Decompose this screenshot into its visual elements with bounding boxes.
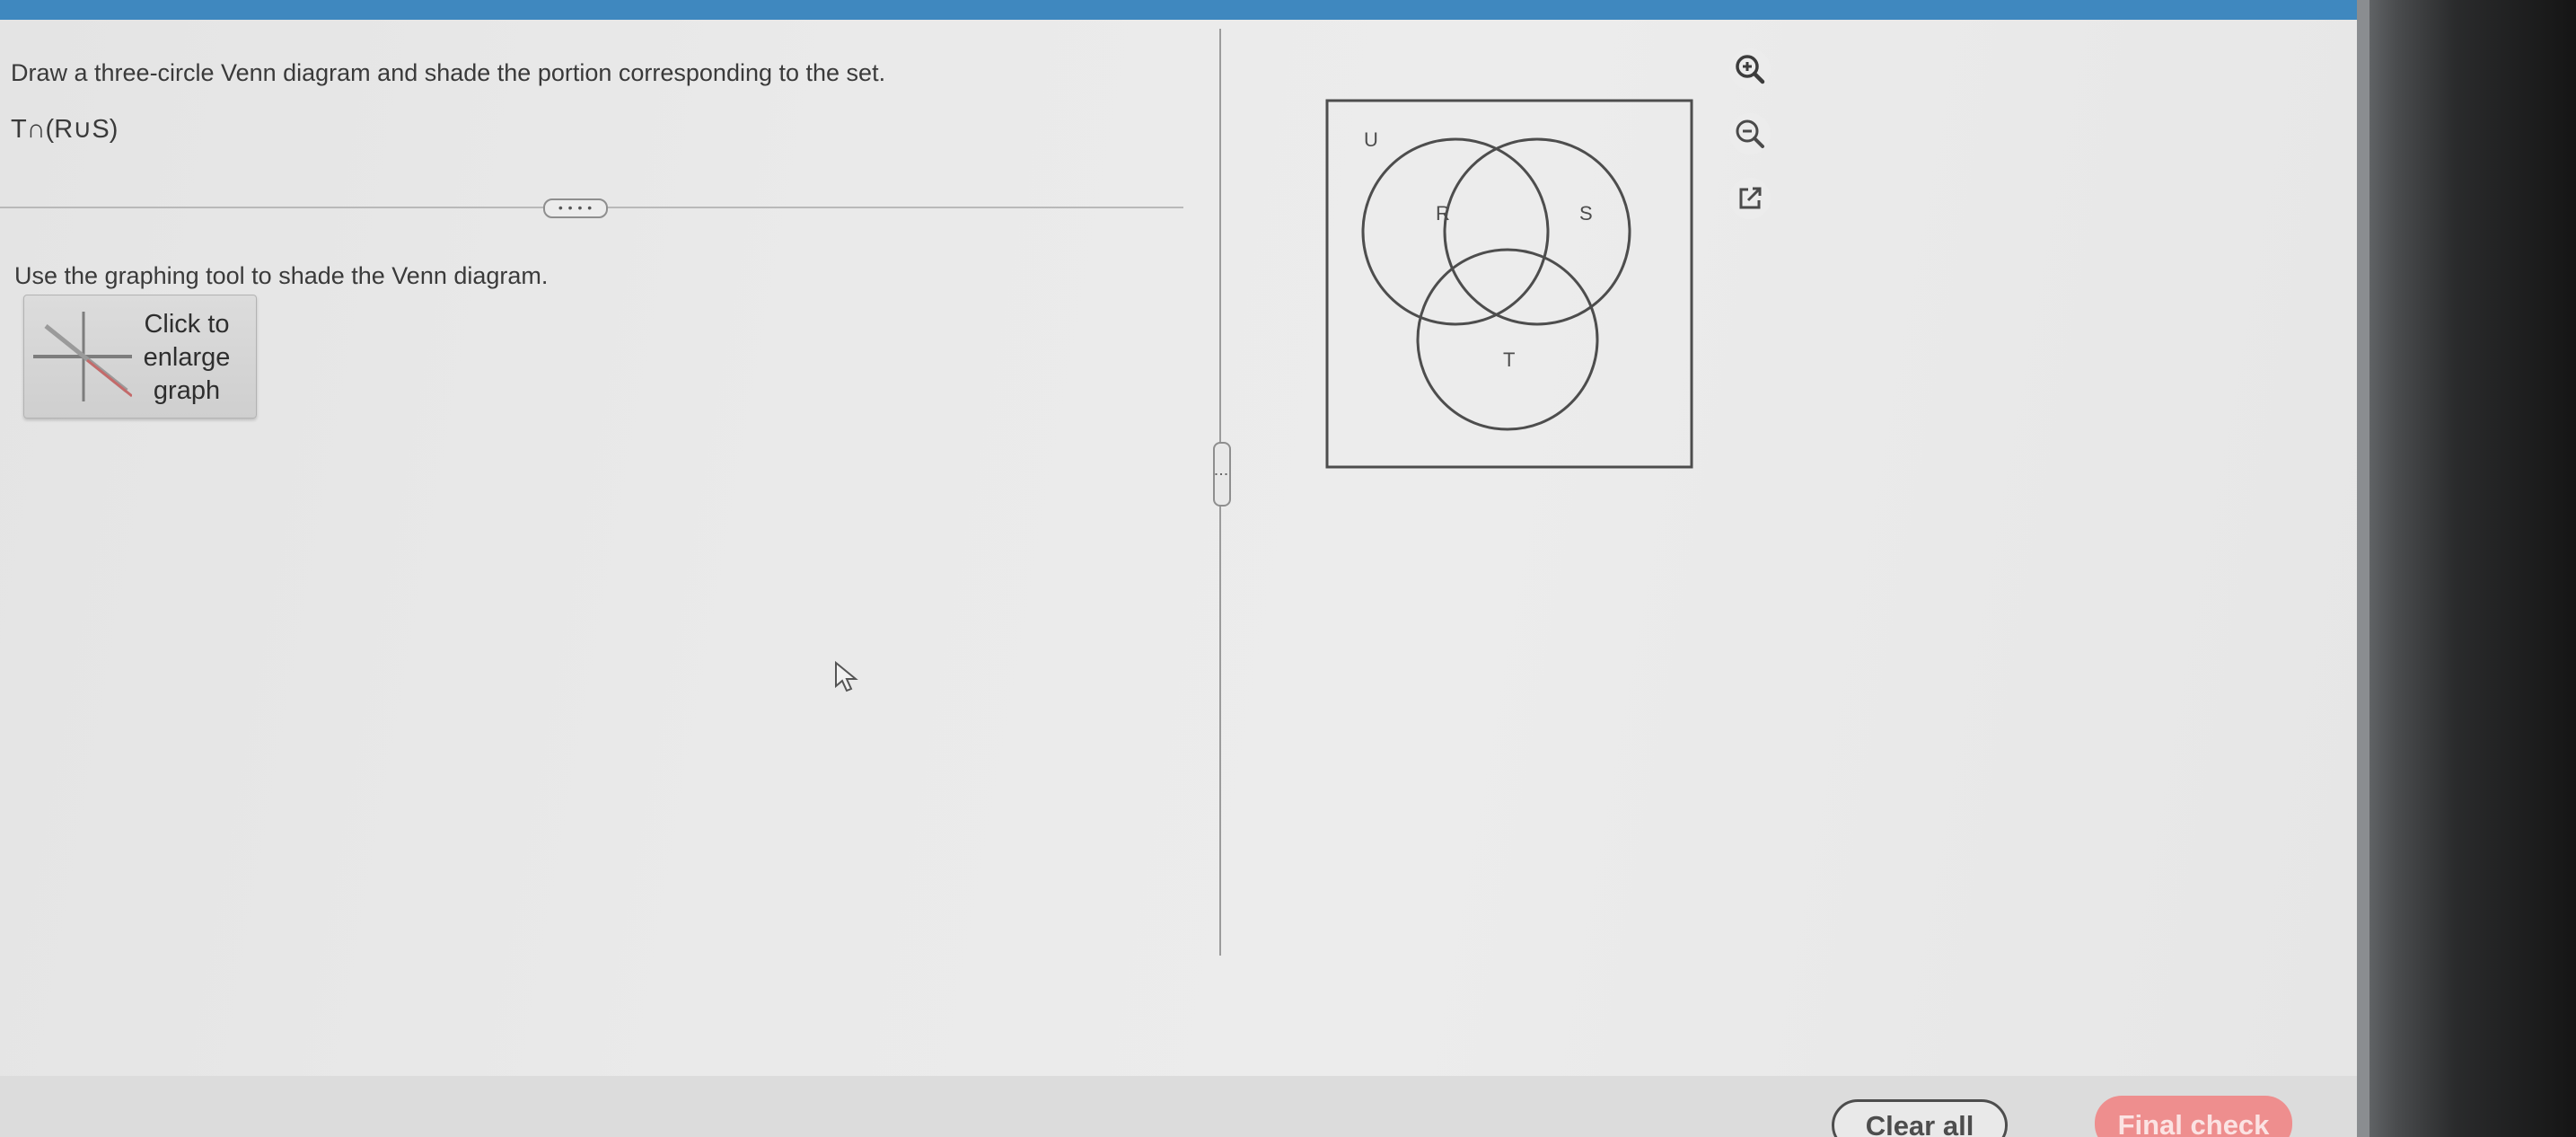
- enlarge-graph-label: Click to enlarge graph: [128, 308, 245, 408]
- panel-resize-handle[interactable]: ⋮: [1213, 442, 1231, 507]
- question-panel: Draw a three-circle Venn diagram and sha…: [0, 20, 2357, 1137]
- circle-r[interactable]: [1361, 137, 1550, 326]
- venn-diagram[interactable]: U R S T: [1320, 92, 1706, 478]
- enlarge-label-line1: Click to: [144, 310, 230, 339]
- circle-s-label: S: [1579, 202, 1593, 225]
- circle-t-label: T: [1503, 348, 1515, 371]
- expand-handle[interactable]: • • • •: [543, 198, 608, 218]
- set-expression: T∩(R∪S): [11, 115, 119, 144]
- clear-all-button[interactable]: Clear all: [1832, 1099, 2008, 1137]
- circle-s[interactable]: [1443, 137, 1631, 326]
- zoom-out-icon: [1736, 119, 1764, 148]
- question-prompt: Draw a three-circle Venn diagram and sha…: [11, 59, 886, 86]
- page-scrollbar[interactable]: [2357, 0, 2369, 1137]
- zoom-out-button[interactable]: [1729, 113, 1771, 154]
- screen-edge: [2357, 0, 2576, 1137]
- enlarge-label-line2: enlarge: [143, 343, 231, 372]
- mouse-cursor-icon: [835, 661, 858, 692]
- popout-button[interactable]: [1729, 178, 1771, 219]
- circle-r-label: R: [1436, 202, 1450, 225]
- zoom-in-button[interactable]: [1729, 48, 1771, 90]
- top-bar: [0, 0, 2357, 20]
- circle-t[interactable]: [1416, 248, 1599, 431]
- external-link-icon: [1739, 187, 1762, 209]
- enlarge-graph-button[interactable]: Click to enlarge graph: [23, 295, 257, 419]
- zoom-in-icon: [1736, 55, 1765, 84]
- enlarge-label-line3: graph: [153, 376, 221, 405]
- final-check-button[interactable]: Final check: [2095, 1096, 2292, 1137]
- universe-label: U: [1364, 128, 1378, 151]
- graph-thumbnail-icon: [33, 312, 132, 401]
- instruction-text: Use the graphing tool to shade the Venn …: [14, 262, 549, 289]
